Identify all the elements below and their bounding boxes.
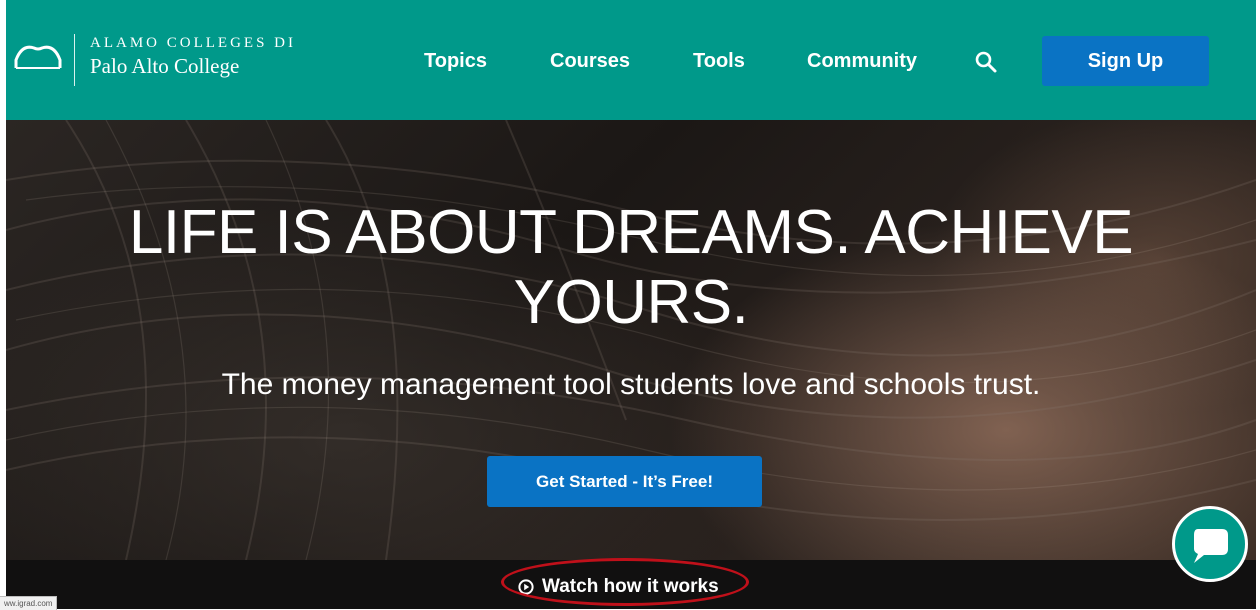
play-circle-icon <box>518 579 534 595</box>
hero-title: LIFE IS ABOUT DREAMS. ACHIEVE YOURS. <box>128 198 1134 337</box>
site-header: ALAMO COLLEGES DI Palo Alto College Topi… <box>6 0 1256 120</box>
nav-courses[interactable]: Courses <box>550 50 630 73</box>
nav-topics[interactable]: Topics <box>424 50 487 73</box>
sign-up-button[interactable]: Sign Up <box>1042 36 1209 86</box>
chat-bubble-icon <box>1194 529 1228 563</box>
get-started-button[interactable]: Get Started - It’s Free! <box>487 456 762 507</box>
chat-widget-button[interactable] <box>1172 506 1248 582</box>
search-icon[interactable] <box>974 50 998 74</box>
logo-title: ALAMO COLLEGES DI <box>90 35 296 51</box>
mission-arch-icon <box>14 45 62 69</box>
hero-section: LIFE IS ABOUT DREAMS. ACHIEVE YOURS. The… <box>6 120 1256 560</box>
nav-tools[interactable]: Tools <box>693 50 745 73</box>
logo-subtitle: Palo Alto College <box>90 54 240 78</box>
page-frame: ALAMO COLLEGES DI Palo Alto College Topi… <box>6 0 1256 609</box>
watch-video-bar: Watch how it works <box>6 558 1256 609</box>
hero-subtitle: The money management tool students love … <box>221 368 1041 401</box>
status-bar-url: ww.igrad.com <box>0 596 58 610</box>
nav-community[interactable]: Community <box>807 50 917 73</box>
logo-divider <box>74 34 75 86</box>
watch-how-it-works-link[interactable]: Watch how it works <box>518 576 719 598</box>
watch-label: Watch how it works <box>542 576 719 597</box>
